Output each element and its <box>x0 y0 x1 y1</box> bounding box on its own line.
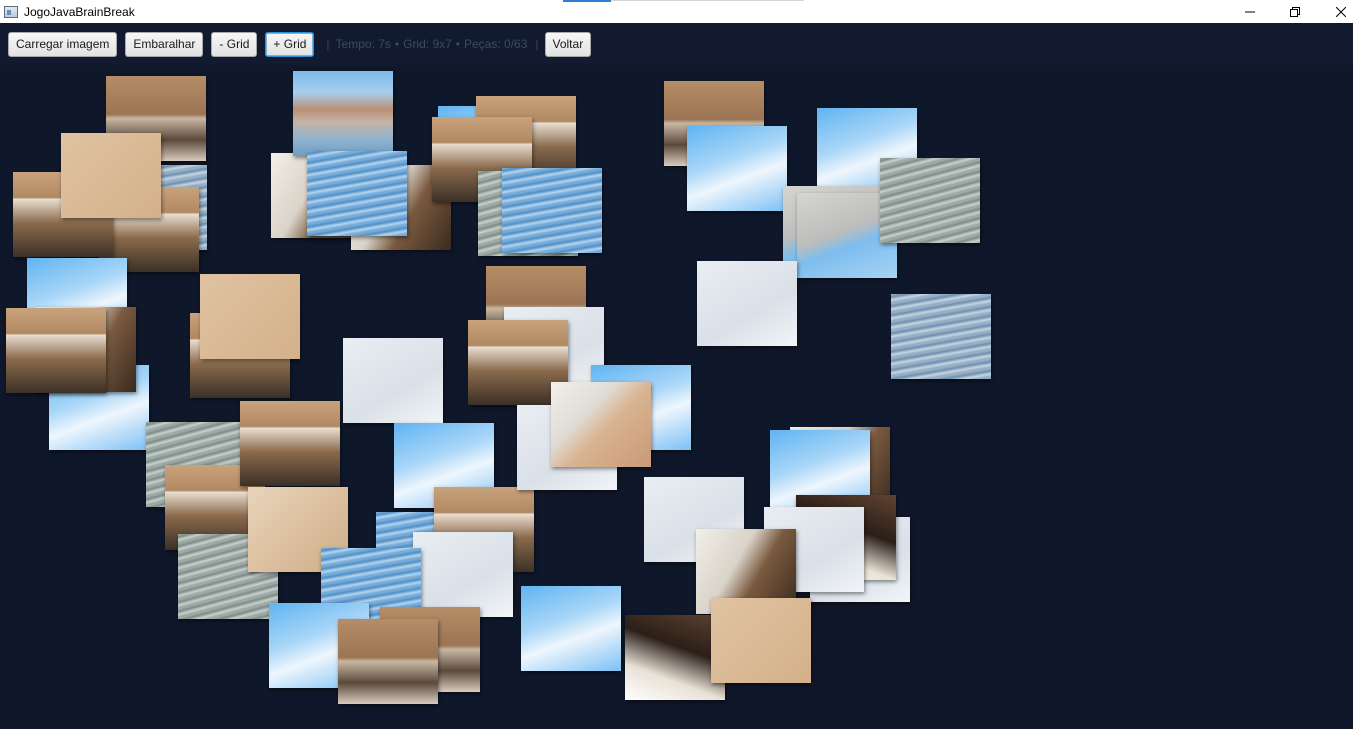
grid-plus-button[interactable]: + Grid <box>265 31 315 57</box>
restore-icon <box>1289 6 1300 17</box>
puzzle-piece[interactable] <box>413 532 513 617</box>
minimize-button[interactable] <box>1227 0 1272 23</box>
back-button[interactable]: Voltar <box>544 31 592 57</box>
puzzle-piece[interactable] <box>891 294 991 379</box>
puzzle-piece[interactable] <box>338 619 438 704</box>
puzzle-piece[interactable] <box>61 133 161 218</box>
toolbar-separator: | <box>326 37 330 51</box>
puzzle-board[interactable] <box>0 65 1353 729</box>
puzzle-piece[interactable] <box>240 401 340 486</box>
puzzle-piece[interactable] <box>687 126 787 211</box>
puzzle-piece[interactable] <box>293 71 393 156</box>
puzzle-piece[interactable] <box>6 308 106 393</box>
restore-button[interactable] <box>1272 0 1317 23</box>
puzzle-piece[interactable] <box>502 168 602 253</box>
status-grid: Grid: 9x7 <box>403 37 452 51</box>
puzzle-piece[interactable] <box>880 158 980 243</box>
close-icon <box>1335 6 1346 17</box>
titlebar-accent <box>563 0 611 2</box>
puzzle-piece[interactable] <box>343 338 443 423</box>
app-icon <box>4 5 18 18</box>
puzzle-piece[interactable] <box>521 586 621 671</box>
window-titlebar: JogoJavaBrainBreak <box>0 0 1353 23</box>
status-dot: • <box>394 37 400 51</box>
toolbar-separator: | <box>535 37 539 51</box>
puzzle-piece[interactable] <box>697 261 797 346</box>
close-button[interactable] <box>1318 0 1353 23</box>
puzzle-piece[interactable] <box>625 615 725 700</box>
puzzle-piece[interactable] <box>551 382 651 467</box>
puzzle-piece[interactable] <box>711 598 811 683</box>
load-image-button[interactable]: Carregar imagem <box>8 31 118 57</box>
puzzle-piece[interactable] <box>307 151 407 236</box>
shuffle-button[interactable]: Embaralhar <box>125 31 204 57</box>
status-dot: • <box>455 37 460 51</box>
window-title: JogoJavaBrainBreak <box>24 4 135 19</box>
minimize-icon <box>1244 11 1255 12</box>
grid-minus-button[interactable]: - Grid <box>211 31 258 57</box>
status-time: Tempo: 7s <box>335 37 391 51</box>
toolbar: Carregar imagem Embaralhar - Grid + Grid… <box>0 23 1353 65</box>
puzzle-piece[interactable] <box>200 274 300 359</box>
titlebar-divider <box>611 0 804 1</box>
status-pieces: Peças: 0/63 <box>464 37 528 51</box>
